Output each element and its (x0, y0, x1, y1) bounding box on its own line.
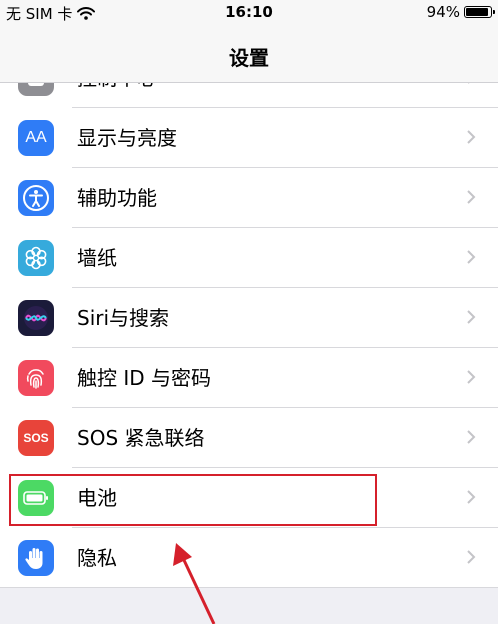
annotation-arrow (173, 543, 216, 624)
